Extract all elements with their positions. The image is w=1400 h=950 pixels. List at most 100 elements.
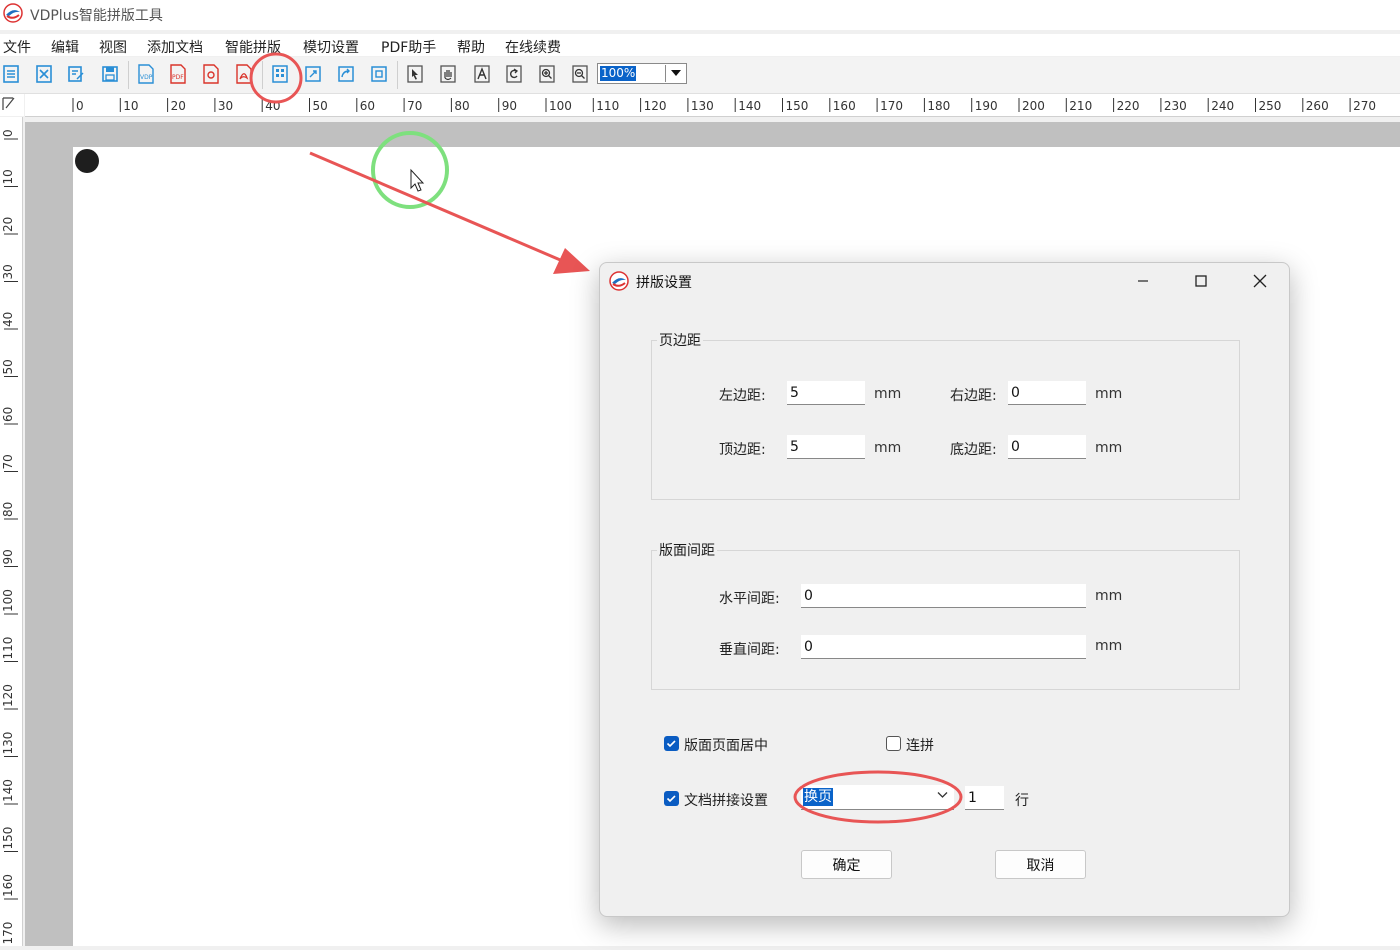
save-icon[interactable] bbox=[99, 63, 121, 85]
toolbar-separator bbox=[128, 61, 129, 89]
rows-unit-label: 行 bbox=[1015, 793, 1029, 809]
ruler-tick-label: 130 bbox=[691, 99, 714, 113]
vertical-ruler: 0 10 20 30 40 50 60 70 80 90 100 110 120 130 140 150 160… bbox=[0, 117, 23, 947]
hand-pan-icon[interactable] bbox=[437, 63, 459, 85]
menu-pdf-assistant[interactable]: PDF助手 bbox=[381, 37, 436, 57]
cancel-button[interactable]: 取消 bbox=[995, 850, 1086, 879]
chevron-down-icon[interactable] bbox=[665, 65, 685, 82]
ruler-tick-label: 140 bbox=[738, 99, 761, 113]
zoom-out-icon[interactable] bbox=[569, 63, 591, 85]
ruler-tick-label: 180 bbox=[927, 99, 950, 113]
close-icon bbox=[1253, 274, 1267, 288]
top-margin-label: 顶边距: bbox=[719, 442, 766, 458]
menu-add-document[interactable]: 添加文档 bbox=[147, 37, 203, 57]
toolbar-separator bbox=[397, 61, 398, 89]
layout-settings-icon[interactable] bbox=[269, 63, 291, 85]
maximize-button[interactable] bbox=[1186, 269, 1216, 293]
center-page-label[interactable]: 版面页面居中 bbox=[684, 735, 768, 755]
bottom-margin-unit: mm bbox=[1095, 440, 1123, 456]
join-mode-select[interactable]: 换页 bbox=[801, 785, 954, 810]
menu-help[interactable]: 帮助 bbox=[457, 37, 485, 57]
ruler-corner bbox=[0, 94, 24, 116]
rotate-icon[interactable] bbox=[503, 63, 525, 85]
checkmark-icon bbox=[666, 740, 676, 748]
ruler-tick-label: 200 bbox=[1022, 99, 1045, 113]
menu-smart-layout[interactable]: 智能拼版 bbox=[225, 37, 281, 57]
maximize-icon bbox=[1195, 275, 1207, 287]
left-margin-input[interactable] bbox=[787, 381, 865, 405]
dialog-title: 拼版设置 bbox=[636, 275, 692, 291]
ruler-tick-label: 100 bbox=[549, 99, 572, 113]
pdf-search-icon[interactable] bbox=[200, 63, 222, 85]
menu-file[interactable]: 文件 bbox=[3, 37, 31, 57]
ruler-tick-label: 30 bbox=[1, 264, 15, 279]
menu-die-cut-settings[interactable]: 模切设置 bbox=[303, 37, 359, 57]
fit-layout-icon[interactable] bbox=[368, 63, 390, 85]
new-doc-icon[interactable] bbox=[0, 63, 22, 85]
ruler-tick-label: 110 bbox=[1, 637, 15, 660]
document-join-checkbox[interactable] bbox=[664, 791, 679, 806]
right-margin-label: 右边距: bbox=[950, 388, 997, 404]
ruler-tick-label: 60 bbox=[1, 407, 15, 422]
bottom-margin-label: 底边距: bbox=[950, 442, 997, 458]
select-pointer-icon[interactable] bbox=[404, 63, 426, 85]
title-bar: VDPlus智能拼版工具 bbox=[0, 0, 1400, 30]
ruler-tick-label: 30 bbox=[218, 99, 233, 113]
menu-renew-online[interactable]: 在线续费 bbox=[505, 37, 561, 57]
horizontal-ruler-scale: 0 10 20 30 40 50 60 70 80 90 100 110 120 130 140 150 160… bbox=[72, 98, 1376, 113]
edit-layout-icon[interactable] bbox=[302, 63, 324, 85]
ruler-tick-label: 90 bbox=[502, 99, 517, 113]
ruler-tick-label: 110 bbox=[596, 99, 619, 113]
close-doc-icon[interactable] bbox=[33, 63, 55, 85]
horizontal-spacing-input[interactable] bbox=[801, 584, 1086, 608]
document-join-label[interactable]: 文档拼接设置 bbox=[684, 790, 768, 810]
page-origin-marker bbox=[75, 149, 99, 173]
toolbar: VDP PDF 100% bbox=[0, 57, 1400, 94]
top-margin-unit: mm bbox=[874, 440, 902, 456]
margins-group bbox=[651, 340, 1240, 500]
zoom-value: 100% bbox=[600, 66, 637, 81]
ok-button[interactable]: 确定 bbox=[801, 850, 892, 879]
horizontal-spacing-unit: mm bbox=[1095, 588, 1123, 604]
ruler-tick-label: 170 bbox=[1, 922, 15, 945]
ruler-tick-label: 80 bbox=[1, 502, 15, 517]
pdf-acrobat-icon[interactable] bbox=[233, 63, 255, 85]
zoom-in-icon[interactable] bbox=[536, 63, 558, 85]
ruler-tick-label: 160 bbox=[833, 99, 856, 113]
minimize-icon bbox=[1138, 280, 1148, 282]
text-tool-icon[interactable] bbox=[471, 63, 493, 85]
margins-group-label: 页边距 bbox=[657, 330, 703, 350]
left-margin-label: 左边距: bbox=[719, 388, 766, 404]
edit-doc-icon[interactable] bbox=[65, 63, 87, 85]
ruler-tick-label: 210 bbox=[1069, 99, 1092, 113]
ruler-tick-label: 250 bbox=[1259, 99, 1282, 113]
export-pdf-icon[interactable]: PDF bbox=[167, 63, 189, 85]
menu-view[interactable]: 视图 bbox=[99, 37, 127, 57]
ruler-tick-label: 150 bbox=[786, 99, 809, 113]
bottom-margin-input[interactable] bbox=[1008, 435, 1086, 459]
menu-bar: 文件 编辑 视图 添加文档 智能拼版 模切设置 PDF助手 帮助 在线续费 bbox=[0, 34, 1400, 56]
continuous-layout-checkbox[interactable] bbox=[886, 736, 901, 751]
top-margin-input[interactable] bbox=[787, 435, 865, 459]
rotate-layout-icon[interactable] bbox=[335, 63, 357, 85]
close-button[interactable] bbox=[1245, 269, 1275, 293]
horizontal-spacing-label: 水平间距: bbox=[719, 591, 780, 607]
spacing-group-label: 版面间距 bbox=[657, 540, 717, 560]
export-vdp-icon[interactable]: VDP bbox=[135, 63, 157, 85]
center-page-checkbox[interactable] bbox=[664, 736, 679, 751]
ruler-tick-label: 150 bbox=[1, 827, 15, 850]
ruler-tick-label: 240 bbox=[1211, 99, 1234, 113]
rows-count-input[interactable] bbox=[965, 786, 1004, 810]
chevron-down-icon[interactable] bbox=[937, 791, 948, 799]
right-margin-input[interactable] bbox=[1008, 381, 1086, 405]
zoom-combobox[interactable]: 100% bbox=[597, 63, 687, 84]
app-logo-icon bbox=[609, 271, 629, 291]
ruler-tick-label: 0 bbox=[1, 129, 15, 137]
vertical-spacing-input[interactable] bbox=[801, 635, 1086, 659]
ruler-tick-label: 20 bbox=[1, 217, 15, 232]
minimize-button[interactable] bbox=[1128, 269, 1158, 293]
continuous-layout-label[interactable]: 连拼 bbox=[906, 735, 934, 755]
ruler-tick-label: 170 bbox=[880, 99, 903, 113]
menu-edit[interactable]: 编辑 bbox=[51, 37, 79, 57]
ruler-tick-label: 40 bbox=[1, 312, 15, 327]
